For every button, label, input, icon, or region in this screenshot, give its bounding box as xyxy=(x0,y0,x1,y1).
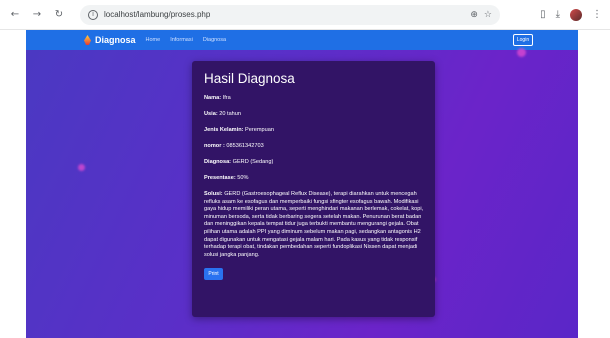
field-diagnosa: Diagnosa: GERD (Sedang) xyxy=(204,159,423,166)
zoom-icon[interactable]: ⊕ xyxy=(470,10,478,20)
field-usia: Usia: 20 tahun xyxy=(204,111,423,118)
result-card: Hasil Diagnosa Nama: Ifra Usia: 20 tahun… xyxy=(192,61,435,317)
flame-logo-icon xyxy=(84,35,91,45)
field-presentase: Presentase: 50% xyxy=(204,175,423,182)
field-label: Nama: xyxy=(204,95,222,101)
field-label: Usia: xyxy=(204,111,218,117)
field-label: nomor : xyxy=(204,143,225,149)
extensions-icon[interactable]: ▯ xyxy=(540,9,546,20)
field-value: 50% xyxy=(235,175,249,181)
forward-icon[interactable]: → xyxy=(30,8,44,22)
browser-right-icons: ▯ ⤓ ⋮ xyxy=(540,8,602,21)
field-value: GERD (Sedang) xyxy=(231,159,274,165)
reload-icon[interactable]: ↻ xyxy=(52,8,66,22)
field-value: 085361342703 xyxy=(224,143,264,149)
navbar: Diagnosa Home Informasi Diagnosa Login xyxy=(26,30,578,50)
field-value: Perempuan xyxy=(243,127,274,133)
nav-link-home[interactable]: Home xyxy=(146,37,161,43)
field-value: 20 tahun xyxy=(217,111,242,117)
nav-link-informasi[interactable]: Informasi xyxy=(170,37,193,43)
menu-kebab-icon[interactable]: ⋮ xyxy=(592,9,602,20)
page-title: Hasil Diagnosa xyxy=(204,71,295,86)
field-label: Presentase: xyxy=(204,175,236,181)
field-jenis-kelamin: Jenis Kelamin: Perempuan xyxy=(204,127,423,134)
solusi-paragraph: Solusi: GERD (Gastroesophageal Reflux Di… xyxy=(204,191,425,259)
field-value: Ifra xyxy=(221,95,231,101)
page-viewport: Diagnosa Home Informasi Diagnosa Login H… xyxy=(26,30,578,338)
login-button[interactable]: Login xyxy=(513,34,533,46)
print-button[interactable]: Print xyxy=(204,268,223,281)
field-nama: Nama: Ifra xyxy=(204,95,423,102)
bookmark-star-icon[interactable]: ☆ xyxy=(484,10,492,20)
field-label: Diagnosa: xyxy=(204,159,232,165)
profile-avatar-icon[interactable] xyxy=(570,8,582,21)
site-info-icon[interactable]: i xyxy=(88,9,98,20)
back-icon[interactable]: ← xyxy=(8,8,22,22)
particle-dot xyxy=(517,48,526,57)
solusi-text: GERD (Gastroesophageal Reflux Disease), … xyxy=(204,191,424,258)
browser-toolbar: ← → ↻ i localhost/lambung/proses.php ⊕ ☆… xyxy=(0,0,610,30)
brand[interactable]: Diagnosa xyxy=(84,35,136,45)
field-label: Jenis Kelamin: xyxy=(204,127,244,133)
particle-dot xyxy=(78,164,85,171)
download-icon[interactable]: ⤓ xyxy=(556,9,560,20)
solusi-label: Solusi: xyxy=(204,191,223,197)
field-nomor: nomor : 085361342703 xyxy=(204,143,423,150)
url-text: localhost/lambung/proses.php xyxy=(104,10,211,19)
brand-label: Diagnosa xyxy=(95,35,136,45)
nav-link-diagnosa[interactable]: Diagnosa xyxy=(203,37,226,43)
address-bar[interactable]: i localhost/lambung/proses.php ⊕ ☆ xyxy=(80,4,500,25)
